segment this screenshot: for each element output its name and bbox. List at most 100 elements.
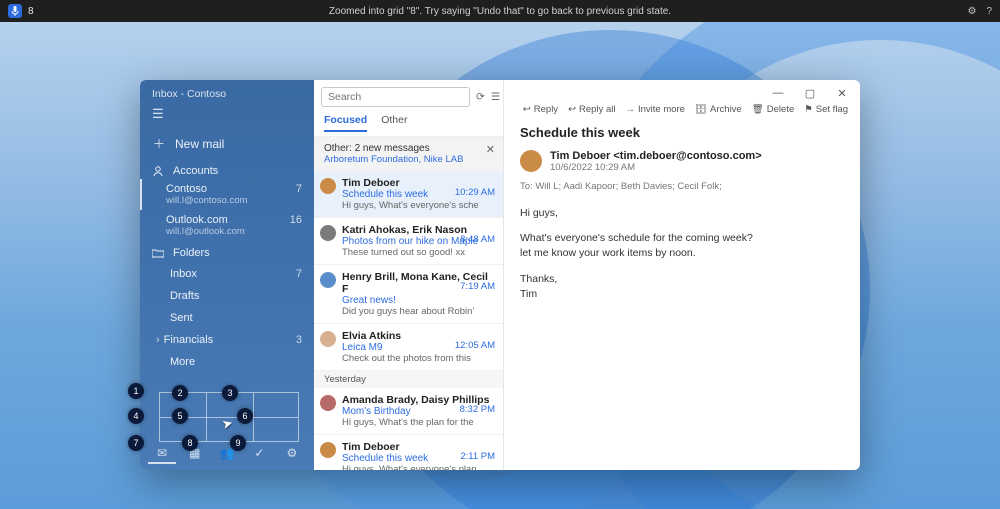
message-time: 2:11 PM: [460, 451, 495, 462]
grid-number[interactable]: 6: [237, 408, 253, 424]
folder-sent[interactable]: Sent: [140, 307, 314, 329]
delete-label: Delete: [767, 104, 794, 115]
account-count: 16: [290, 214, 302, 226]
flag-button[interactable]: ⚑ Set flag: [804, 104, 848, 115]
invite-label: Invite more: [638, 104, 685, 115]
message-item[interactable]: Katri Ahokas, Erik Nason Photos from our…: [314, 218, 503, 265]
message-item[interactable]: Henry Brill, Mona Kane, Cecil F Great ne…: [314, 265, 503, 324]
sidebar-bottom-nav: ✉ ▦ 👥 ✓ ⚙: [140, 440, 314, 470]
reply-all-label: Reply all: [579, 104, 615, 115]
grid-number[interactable]: 9: [230, 435, 246, 451]
folder-list: Inbox7 Drafts Sent ›Financials3 More: [140, 261, 314, 375]
grid-number[interactable]: 3: [222, 385, 238, 401]
desktop: 8 Zoomed into grid "8". Try saying "Undo…: [0, 0, 1000, 509]
grid-number[interactable]: 2: [172, 385, 188, 401]
grid-number[interactable]: 8: [182, 435, 198, 451]
close-button[interactable]: ✕: [828, 84, 856, 102]
folder-drafts[interactable]: Drafts: [140, 285, 314, 307]
reply-button[interactable]: ↩ Reply: [523, 104, 558, 115]
tab-focused[interactable]: Focused: [324, 114, 367, 132]
menu-icon[interactable]: ☰: [140, 104, 314, 128]
account-name: Contoso: [166, 183, 302, 195]
message-preview: Hi guys, What's everyone's sche: [342, 200, 495, 211]
account-contoso[interactable]: 7 Contoso will.l@contoso.com: [140, 179, 314, 210]
grid-number[interactable]: 1: [128, 383, 144, 399]
folder-icon: [152, 248, 164, 258]
message-item[interactable]: Elvia Atkins Leica M9 Check out the phot…: [314, 324, 503, 371]
settings-icon[interactable]: ⚙: [967, 6, 976, 17]
settings-icon[interactable]: ⚙: [278, 446, 306, 464]
message-time: 7:19 AM: [460, 281, 495, 292]
invite-more-button[interactable]: → Invite more: [625, 104, 685, 115]
chevron-right-icon: ›: [156, 334, 160, 346]
tab-other[interactable]: Other: [381, 114, 407, 132]
maximize-button[interactable]: ▢: [796, 84, 824, 102]
avatar: [320, 225, 336, 241]
message-item[interactable]: Tim Deboer Schedule this week Hi guys, W…: [314, 171, 503, 218]
message-time: 10:29 AM: [455, 187, 495, 198]
close-icon[interactable]: ✕: [486, 143, 495, 156]
message-body: Hi guys, What's everyone's schedule for …: [520, 206, 844, 302]
grid-number[interactable]: 4: [128, 408, 144, 424]
body-line: What's everyone's schedule for the comin…: [520, 231, 844, 261]
todo-icon[interactable]: ✓: [245, 446, 273, 464]
reading-pane: ― ▢ ✕ ↩ Reply ↩ Reply all → Invite more …: [504, 80, 860, 470]
mail-icon[interactable]: ✉: [148, 446, 176, 464]
day-separator: Yesterday: [314, 371, 503, 388]
plus-icon: ＋: [152, 135, 166, 152]
help-icon[interactable]: ?: [986, 6, 992, 17]
refresh-icon[interactable]: ⟳: [476, 91, 485, 103]
microphone-icon[interactable]: [8, 4, 22, 18]
grid-number[interactable]: 5: [172, 408, 188, 424]
sender-avatar: [520, 150, 542, 172]
message-actions: ↩ Reply ↩ Reply all → Invite more 🗄 Arch…: [504, 102, 860, 121]
sent-date: 10/6/2022 10:29 AM: [550, 162, 762, 173]
to-names: Will L; Aadi Kapoor; Beth Davies; Cecil …: [535, 181, 721, 192]
grid-number[interactable]: 7: [128, 435, 144, 451]
new-mail-button[interactable]: ＋ New mail: [140, 128, 314, 159]
search-input[interactable]: [321, 87, 470, 107]
avatar: [320, 331, 336, 347]
message-header: Tim Deboer <tim.deboer@contoso.com> 10/6…: [520, 150, 844, 173]
to-label: To:: [520, 181, 533, 192]
message-time: 8:32 PM: [460, 404, 495, 415]
accounts-label: Accounts: [173, 165, 218, 177]
message-time: 12:05 AM: [455, 340, 495, 351]
message-item[interactable]: Amanda Brady, Daisy Phillips Mom's Birth…: [314, 388, 503, 435]
avatar: [320, 395, 336, 411]
other-banner-sources: Arboretum Foundation, Nike LAB: [324, 154, 493, 165]
minimize-button[interactable]: ―: [764, 84, 792, 102]
avatar: [320, 272, 336, 288]
message-time: 8:48 AM: [460, 234, 495, 245]
person-icon: [152, 165, 164, 177]
account-email: will.l@contoso.com: [166, 195, 302, 206]
delete-button[interactable]: 🗑 Delete: [752, 104, 795, 115]
folder-financials[interactable]: › Financials 3: [140, 329, 314, 351]
folders-label: Folders: [173, 247, 210, 259]
recipients-line: To: Will L; Aadi Kapoor; Beth Davies; Ce…: [520, 181, 844, 192]
other-banner-title: Other: 2 new messages: [324, 143, 493, 154]
select-mode-icon[interactable]: ☰: [491, 91, 500, 103]
voice-access-bar: 8 Zoomed into grid "8". Try saying "Undo…: [0, 0, 1000, 22]
archive-label: Archive: [710, 104, 742, 115]
reply-all-button[interactable]: ↩ Reply all: [568, 104, 615, 115]
voice-grid-indicator: 8: [28, 6, 34, 17]
reading-subject: Schedule this week: [520, 125, 844, 140]
message-item[interactable]: Tim Deboer Schedule this week Hi guys, W…: [314, 435, 503, 470]
folders-header[interactable]: Folders: [140, 241, 314, 261]
folder-count: 3: [296, 334, 302, 346]
folder-inbox[interactable]: Inbox7: [140, 263, 314, 285]
folder-name: Inbox: [170, 268, 197, 280]
other-inbox-banner[interactable]: Other: 2 new messages Arboretum Foundati…: [314, 137, 503, 171]
window-controls: ― ▢ ✕: [504, 80, 860, 102]
accounts-header[interactable]: Accounts: [140, 159, 314, 179]
folder-name: Financials: [164, 334, 214, 346]
reply-label: Reply: [534, 104, 558, 115]
account-name: Outlook.com: [166, 214, 302, 226]
message-preview: Did you guys hear about Robin': [342, 306, 495, 317]
voice-hint: Zoomed into grid "8". Try saying "Undo t…: [329, 6, 671, 17]
archive-button[interactable]: 🗄 Archive: [695, 104, 742, 115]
account-outlook[interactable]: 16 Outlook.com will.l@outlook.com: [140, 210, 314, 241]
window-title: Inbox - Contoso: [140, 80, 314, 104]
inbox-tabs: Focused Other: [314, 114, 503, 137]
